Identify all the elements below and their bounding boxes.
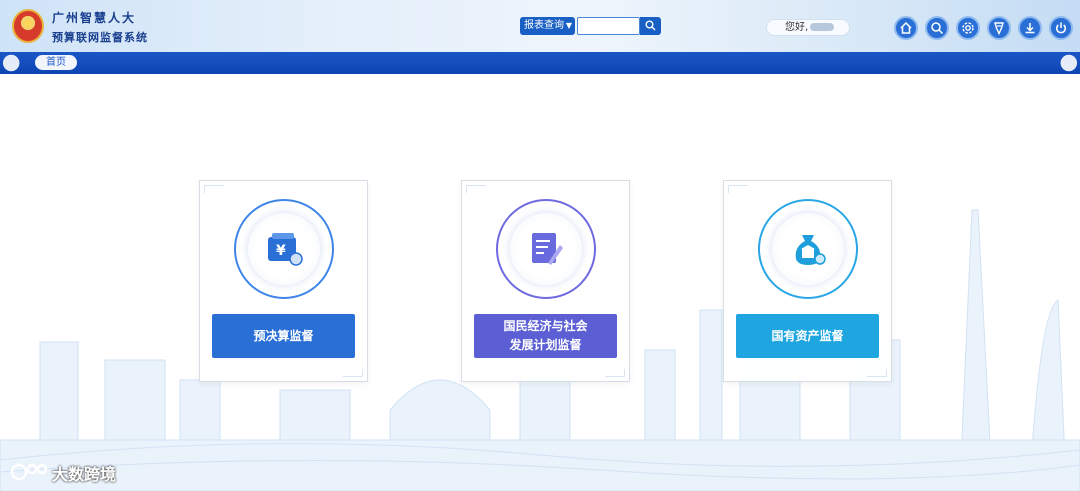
search-input[interactable] xyxy=(577,17,640,35)
card-corner-decoration xyxy=(867,369,887,377)
search-icon xyxy=(645,20,656,31)
caret-down-icon: ▼ xyxy=(565,21,572,30)
download-button[interactable] xyxy=(1018,16,1042,40)
blurred-username xyxy=(810,23,835,31)
badge-button[interactable] xyxy=(987,16,1011,40)
national-emblem-logo: ★ xyxy=(12,9,44,43)
power-icon xyxy=(1055,22,1067,34)
card-corner-decoration xyxy=(728,185,748,193)
money-bag-icon xyxy=(795,235,826,265)
nav-bar: 首页 xyxy=(0,52,1080,74)
svg-text:¥: ¥ xyxy=(276,243,286,259)
card-icon-ring xyxy=(496,199,596,299)
user-greeting[interactable]: 您好, xyxy=(766,19,850,36)
ring-inner xyxy=(772,213,844,285)
ring-inner: ¥ xyxy=(248,213,320,285)
decorative-flower xyxy=(1052,52,1080,74)
report-query-label: 报表查询 xyxy=(524,20,564,31)
ring-inner xyxy=(510,213,582,285)
settings-button[interactable] xyxy=(956,16,980,40)
watermark-logo-icon xyxy=(10,463,48,481)
greeting-text: 您好, xyxy=(785,22,809,33)
system-title-line1: 广州智慧人大 xyxy=(52,11,137,25)
report-query-dropdown[interactable]: 报表查询 ▼ xyxy=(520,17,575,35)
card-icon-ring xyxy=(758,199,858,299)
badge-icon xyxy=(994,22,1004,35)
budget-supervision-button[interactable]: 预决算监督 xyxy=(212,314,355,358)
economic-plan-supervision-button[interactable]: 国民经济与社会 发展计划监督 xyxy=(474,314,617,358)
download-icon xyxy=(1025,23,1035,34)
search-nav-button[interactable] xyxy=(925,16,949,40)
card-state-assets-supervision[interactable]: 国有资产监督 xyxy=(723,180,892,382)
search-button[interactable] xyxy=(640,17,661,35)
watermark-text: 大数跨境 xyxy=(52,465,117,484)
card-corner-decoration xyxy=(204,185,224,193)
search-icon xyxy=(931,22,944,35)
card-economic-plan-supervision[interactable]: 国民经济与社会 发展计划监督 xyxy=(461,180,630,382)
card-corner-decoration xyxy=(605,369,625,377)
header: ★ 广州智慧人大 预算联网监督系统 报表查询 ▼ 您好, xyxy=(0,0,1080,52)
state-assets-supervision-button[interactable]: 国有资产监督 xyxy=(736,314,879,358)
money-icon: ¥ xyxy=(268,233,303,266)
card-icon-ring: ¥ xyxy=(234,199,334,299)
home-button[interactable] xyxy=(894,16,918,40)
settings-icon xyxy=(962,22,974,34)
decorative-flower xyxy=(0,52,28,74)
card-budget-supervision[interactable]: ¥ 预决算监督 xyxy=(199,180,368,382)
home-icon xyxy=(900,21,912,34)
tab-home[interactable]: 首页 xyxy=(35,55,77,70)
system-title-line2: 预算联网监督系统 xyxy=(52,31,148,44)
document-edit-icon xyxy=(532,233,563,265)
card-corner-decoration xyxy=(466,185,486,193)
power-button[interactable] xyxy=(1049,16,1073,40)
card-corner-decoration xyxy=(343,369,363,377)
